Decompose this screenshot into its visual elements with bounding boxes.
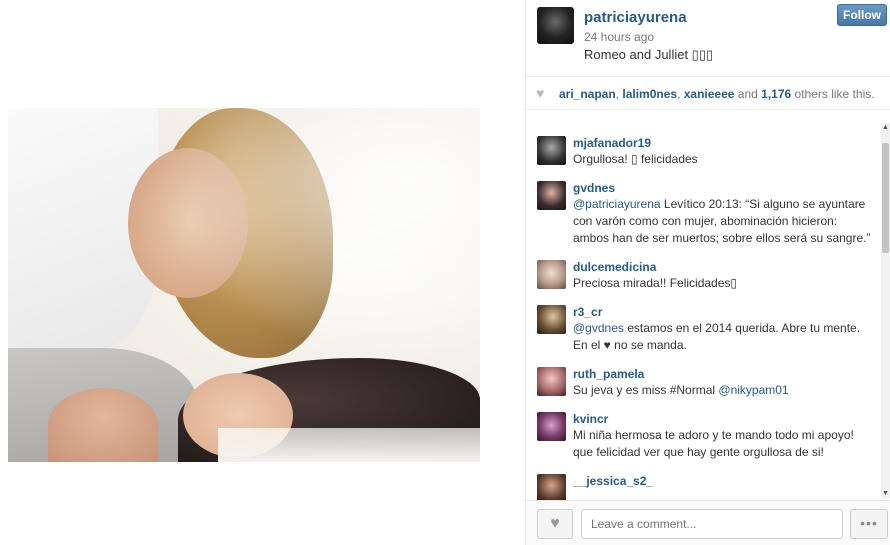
more-options-button[interactable]: ••• — [850, 509, 888, 539]
likes-suffix: others like this. — [791, 87, 875, 101]
heart-icon: ♥ — [550, 515, 560, 532]
comment-username[interactable]: gvdnes — [573, 177, 875, 196]
likes-count[interactable]: 1,176 — [761, 87, 791, 101]
scroll-down-arrow-icon[interactable]: ▼ — [881, 489, 890, 498]
comment-item: gvdnes @patriciayurena Levítico 20:13: “… — [526, 177, 881, 247]
comment-body: Su jeva y es miss #Normal — [573, 383, 719, 397]
comments-scrollbar[interactable]: ▲ ▼ — [881, 123, 890, 498]
post-timestamp[interactable]: 24 hours ago — [584, 30, 654, 44]
comment-mention[interactable]: @patriciayurena — [573, 197, 661, 211]
comment-username[interactable]: __jessica_s2_ — [573, 470, 875, 489]
comment-text: Mi niña hermosa te adoro y te mando todo… — [573, 428, 854, 459]
likes-summary: ari_napan, lalim0nes, xanieeee and 1,176… — [559, 87, 875, 101]
avatar[interactable] — [537, 305, 566, 334]
avatar[interactable] — [537, 412, 566, 441]
photo-pane — [0, 0, 525, 545]
follow-button[interactable]: Follow — [837, 4, 887, 26]
post-caption: Romeo and Julliet ▯▯▯ — [584, 47, 714, 62]
comment-username[interactable]: dulcemedicina — [573, 256, 875, 275]
heart-icon: ♥ — [536, 85, 545, 101]
post-header: patriciayurena 24 hours ago Romeo and Ju… — [526, 0, 890, 77]
ellipsis-icon: ••• — [860, 515, 878, 531]
avatar[interactable] — [537, 136, 566, 165]
comment-item: ruth_pamela Su jeva y es miss #Normal @n… — [526, 363, 881, 399]
comment-username[interactable]: ruth_pamela — [573, 363, 875, 382]
comment-item: mjafanador19 Orgullosa! ▯ felicidades — [526, 132, 881, 168]
liker-link[interactable]: xanieeee — [684, 87, 735, 101]
comment-text: Su jeva y es miss #Normal @nikypam01 — [573, 382, 875, 399]
liker-link[interactable]: ari_napan — [559, 87, 616, 101]
comment-text: Preciosa mirada!! Felicidades▯ — [573, 276, 738, 290]
comment-input[interactable] — [581, 509, 843, 539]
comments-list[interactable]: mjafanador19 Orgullosa! ▯ felicidades gv… — [526, 132, 881, 500]
comment-footer: ♥ ••• — [526, 500, 890, 545]
avatar[interactable] — [537, 260, 566, 289]
comment-item: dulcemedicina Preciosa mirada!! Felicida… — [526, 256, 881, 292]
scroll-up-arrow-icon[interactable]: ▲ — [881, 123, 890, 132]
like-button[interactable]: ♥ — [537, 509, 573, 539]
post-photo[interactable] — [8, 108, 480, 462]
comment-text: Orgullosa! ▯ felicidades — [573, 152, 698, 166]
avatar[interactable] — [537, 474, 566, 500]
likes-row: ♥ ari_napan, lalim0nes, xanieeee and 1,1… — [526, 77, 890, 110]
avatar[interactable] — [537, 367, 566, 396]
avatar[interactable] — [537, 181, 566, 210]
photo-light-glow — [8, 108, 480, 462]
comment-text: @patriciayurena Levítico 20:13: “Si algu… — [573, 196, 875, 247]
likes-and: and — [734, 87, 762, 101]
comment-mention[interactable]: @gvdnes — [573, 321, 624, 335]
comment-item: kvincr Mi niña hermosa te adoro y te man… — [526, 408, 881, 461]
scrollbar-thumb[interactable] — [882, 143, 889, 253]
comment-mention[interactable]: @nikypam01 — [718, 383, 788, 397]
avatar[interactable] — [537, 7, 574, 44]
likes-separator: , — [677, 87, 684, 101]
comment-username[interactable]: r3_cr — [573, 301, 875, 320]
comment-item: __jessica_s2_ — [526, 470, 881, 500]
post-sidebar: patriciayurena 24 hours ago Romeo and Ju… — [525, 0, 890, 545]
comment-item: r3_cr @gvdnes estamos en el 2014 querida… — [526, 301, 881, 354]
comment-username[interactable]: mjafanador19 — [573, 132, 875, 151]
comment-text: @gvdnes estamos en el 2014 querida. Abre… — [573, 320, 875, 354]
liker-link[interactable]: lalim0nes — [622, 87, 677, 101]
post-username[interactable]: patriciayurena — [584, 9, 687, 26]
comment-username[interactable]: kvincr — [573, 408, 875, 427]
